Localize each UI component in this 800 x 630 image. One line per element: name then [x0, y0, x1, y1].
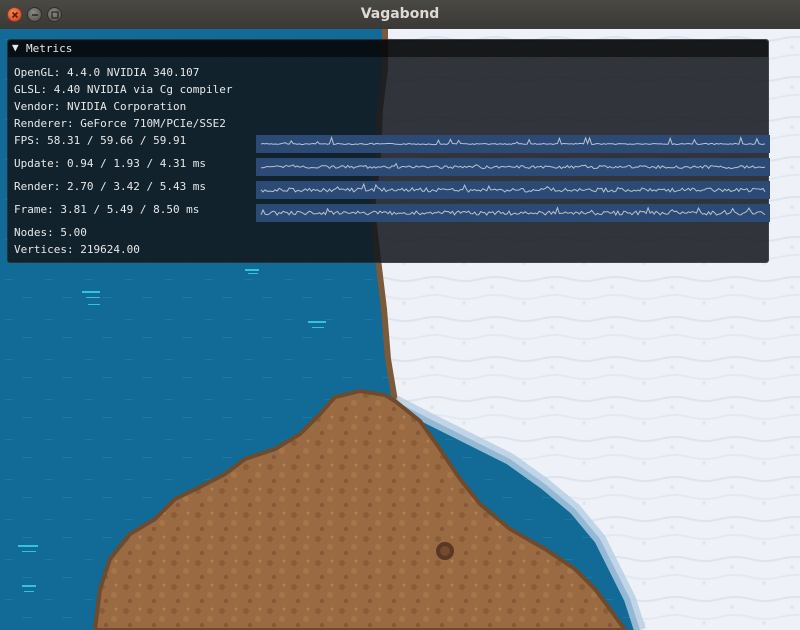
- nodes-stat: Nodes: 5.00: [14, 226, 87, 239]
- frame-graph: [256, 204, 770, 222]
- render-graph: [256, 181, 770, 199]
- metrics-panel[interactable]: ▼ Metrics OpenGL: 4.4.0 NVIDIA 340.107 G…: [7, 39, 770, 263]
- graph-line: [260, 182, 766, 193]
- vertices-stat: Vertices: 219624.00: [14, 243, 140, 256]
- frame-stat: Frame: 3.81 / 5.49 / 8.50 ms: [14, 203, 200, 216]
- graph-line: [260, 135, 766, 146]
- graph-line: [260, 162, 766, 170]
- update-stat: Update: 0.94 / 1.93 / 4.31 ms: [14, 157, 207, 170]
- glsl-version: GLSL: 4.40 NVIDIA via Cg compiler: [14, 83, 233, 96]
- graph-line: [260, 206, 766, 217]
- render-stat: Render: 2.70 / 3.42 / 5.43 ms: [14, 180, 207, 193]
- window-title: Vagabond: [360, 6, 440, 22]
- metrics-header[interactable]: ▼ Metrics: [8, 40, 768, 57]
- opengl-version: OpenGL: 4.4.0 NVIDIA 340.107: [14, 66, 200, 79]
- collapse-triangle-icon[interactable]: ▼: [12, 41, 19, 54]
- fps-stat: FPS: 58.31 / 59.66 / 59.91: [14, 134, 187, 147]
- fps-graph: [256, 135, 770, 153]
- window-titlebar[interactable]: Vagabond: [0, 0, 800, 30]
- vendor-info: Vendor: NVIDIA Corporation: [14, 100, 187, 113]
- renderer-info: Renderer: GeForce 710M/PCIe/SSE2: [14, 117, 226, 130]
- update-graph: [256, 158, 770, 176]
- metrics-title: Metrics: [26, 42, 73, 55]
